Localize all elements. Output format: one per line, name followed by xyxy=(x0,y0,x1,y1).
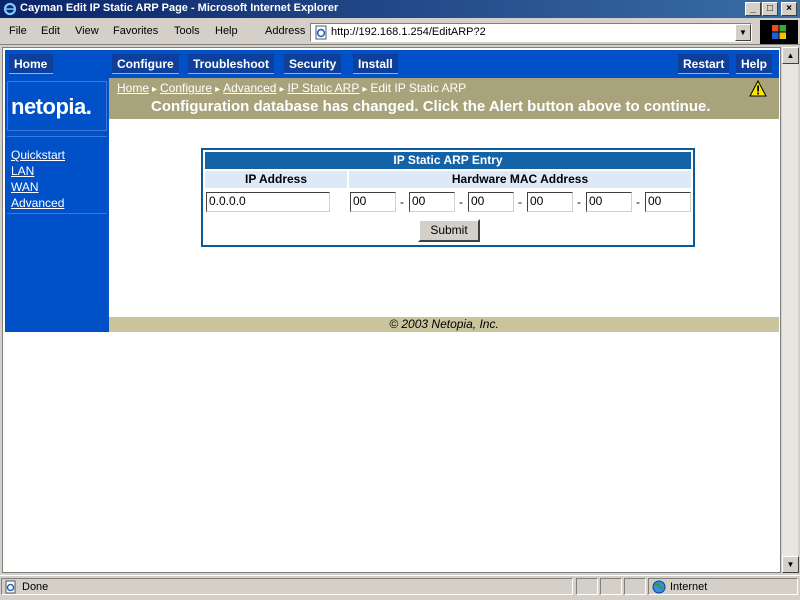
mac-octet-5-input[interactable]: 00 xyxy=(586,192,632,212)
status-panel xyxy=(576,578,598,595)
mac-dash: - xyxy=(459,195,463,209)
status-panel xyxy=(600,578,622,595)
menu-file[interactable]: File xyxy=(9,25,27,37)
ip-address-input[interactable]: 0.0.0.0 xyxy=(206,192,330,212)
breadcrumb-home[interactable]: Home xyxy=(117,81,149,95)
netopia-page: Home Configure Troubleshoot Security Ins… xyxy=(5,50,779,332)
col-mac-address: Hardware MAC Address xyxy=(349,171,691,188)
menu-tools[interactable]: Tools xyxy=(174,25,200,37)
breadcrumb-configure[interactable]: Configure xyxy=(160,81,212,95)
logo-text: netopia. xyxy=(11,94,92,119)
mac-octet-3-input[interactable]: 00 xyxy=(468,192,514,212)
close-button[interactable]: × xyxy=(781,2,797,16)
mac-octet-2-input[interactable]: 00 xyxy=(409,192,455,212)
status-bar: Done Internet xyxy=(0,575,800,596)
zone-text: Internet xyxy=(670,581,708,593)
browser-window: Cayman Edit IP Static ARP Page - Microso… xyxy=(0,0,800,600)
submit-button[interactable]: Submit xyxy=(418,219,480,242)
address-label: Address xyxy=(265,25,306,37)
nav-install[interactable]: Install xyxy=(353,54,398,74)
mac-octet-6-input[interactable]: 00 xyxy=(645,192,691,212)
page-done-icon xyxy=(5,580,16,594)
mac-octet-4-input[interactable]: 00 xyxy=(527,192,573,212)
mac-dash: - xyxy=(518,195,522,209)
footer-copyright: © 2003 Netopia, Inc. xyxy=(109,317,779,332)
menu-edit[interactable]: Edit xyxy=(41,25,60,37)
breadcrumb-separator: ▸ xyxy=(362,84,368,95)
table-title: IP Static ARP Entry xyxy=(205,152,691,169)
nav-restart[interactable]: Restart xyxy=(678,54,730,74)
sidebar-item-quickstart[interactable]: Quickstart xyxy=(11,147,107,163)
scroll-up-icon[interactable]: ▲ xyxy=(782,47,799,64)
windows-flag-icon xyxy=(772,25,786,39)
windows-logo xyxy=(760,20,798,44)
title-bar: Cayman Edit IP Static ARP Page - Microso… xyxy=(0,0,800,18)
breadcrumb: Home ▸ Configure ▸ Advanced ▸ IP Static ARP ▸ Ed… xyxy=(117,81,466,95)
status-main: Done xyxy=(1,578,573,595)
ie-icon xyxy=(3,2,17,16)
address-url[interactable]: http://192.168.1.254/EditARP?2 xyxy=(331,26,486,38)
main-pane: IP Static ARP Entry IP Address Hardware … xyxy=(109,119,779,317)
nav-home[interactable]: Home xyxy=(9,54,53,74)
mac-octet-1-input[interactable]: 00 xyxy=(350,192,396,212)
browser-viewport: Home Configure Troubleshoot Security Ins… xyxy=(2,47,781,573)
col-ip-address: IP Address xyxy=(205,171,347,188)
address-bar[interactable]: http://192.168.1.254/EditARP?2 ▼ xyxy=(310,23,752,42)
alert-bar: Home ▸ Configure ▸ Advanced ▸ IP Static ARP ▸ Ed… xyxy=(109,78,779,119)
sidebar-links: Quickstart LAN WAN Advanced xyxy=(7,136,107,214)
arp-entry-table: IP Static ARP Entry IP Address Hardware … xyxy=(201,148,695,247)
sidebar-item-wan[interactable]: WAN xyxy=(11,179,107,195)
menu-view[interactable]: View xyxy=(75,25,99,37)
nav-help[interactable]: Help xyxy=(736,54,773,74)
address-dropdown-icon[interactable]: ▼ xyxy=(735,24,751,41)
menu-help[interactable]: Help xyxy=(215,25,238,37)
netopia-logo[interactable]: netopia. xyxy=(7,81,107,131)
mac-dash: - xyxy=(636,195,640,209)
minimize-button[interactable]: _ xyxy=(745,2,761,16)
nav-configure[interactable]: Configure xyxy=(112,54,179,74)
sidebar-item-advanced[interactable]: Advanced xyxy=(11,195,107,211)
top-nav: Home Configure Troubleshoot Security Ins… xyxy=(5,50,779,78)
maximize-button[interactable]: □ xyxy=(762,2,778,16)
mac-dash: - xyxy=(577,195,581,209)
sidebar: netopia. Quickstart LAN WAN Advanced xyxy=(5,78,109,332)
breadcrumb-separator: ▸ xyxy=(279,84,285,95)
breadcrumb-advanced[interactable]: Advanced xyxy=(223,81,276,95)
page-icon xyxy=(315,25,327,40)
alert-message: Configuration database has changed. Clic… xyxy=(151,98,711,115)
globe-icon xyxy=(652,580,666,594)
breadcrumb-current: Edit IP Static ARP xyxy=(370,81,467,95)
nav-security[interactable]: Security xyxy=(284,54,342,74)
status-text: Done xyxy=(22,581,49,593)
mac-dash: - xyxy=(400,195,404,209)
nav-troubleshoot[interactable]: Troubleshoot xyxy=(188,54,274,74)
breadcrumb-separator: ▸ xyxy=(215,84,221,95)
alert-warning-icon[interactable] xyxy=(749,80,767,97)
vertical-scrollbar[interactable]: ▲ ▼ xyxy=(781,47,799,573)
window-title: Cayman Edit IP Static ARP Page - Microso… xyxy=(20,2,339,14)
status-zone: Internet xyxy=(648,578,798,595)
status-panel xyxy=(624,578,646,595)
breadcrumb-ip-static-arp[interactable]: IP Static ARP xyxy=(288,81,360,95)
sidebar-item-lan[interactable]: LAN xyxy=(11,163,107,179)
scroll-down-icon[interactable]: ▼ xyxy=(782,556,799,573)
menu-favorites[interactable]: Favorites xyxy=(113,25,158,37)
breadcrumb-separator: ▸ xyxy=(152,84,158,95)
